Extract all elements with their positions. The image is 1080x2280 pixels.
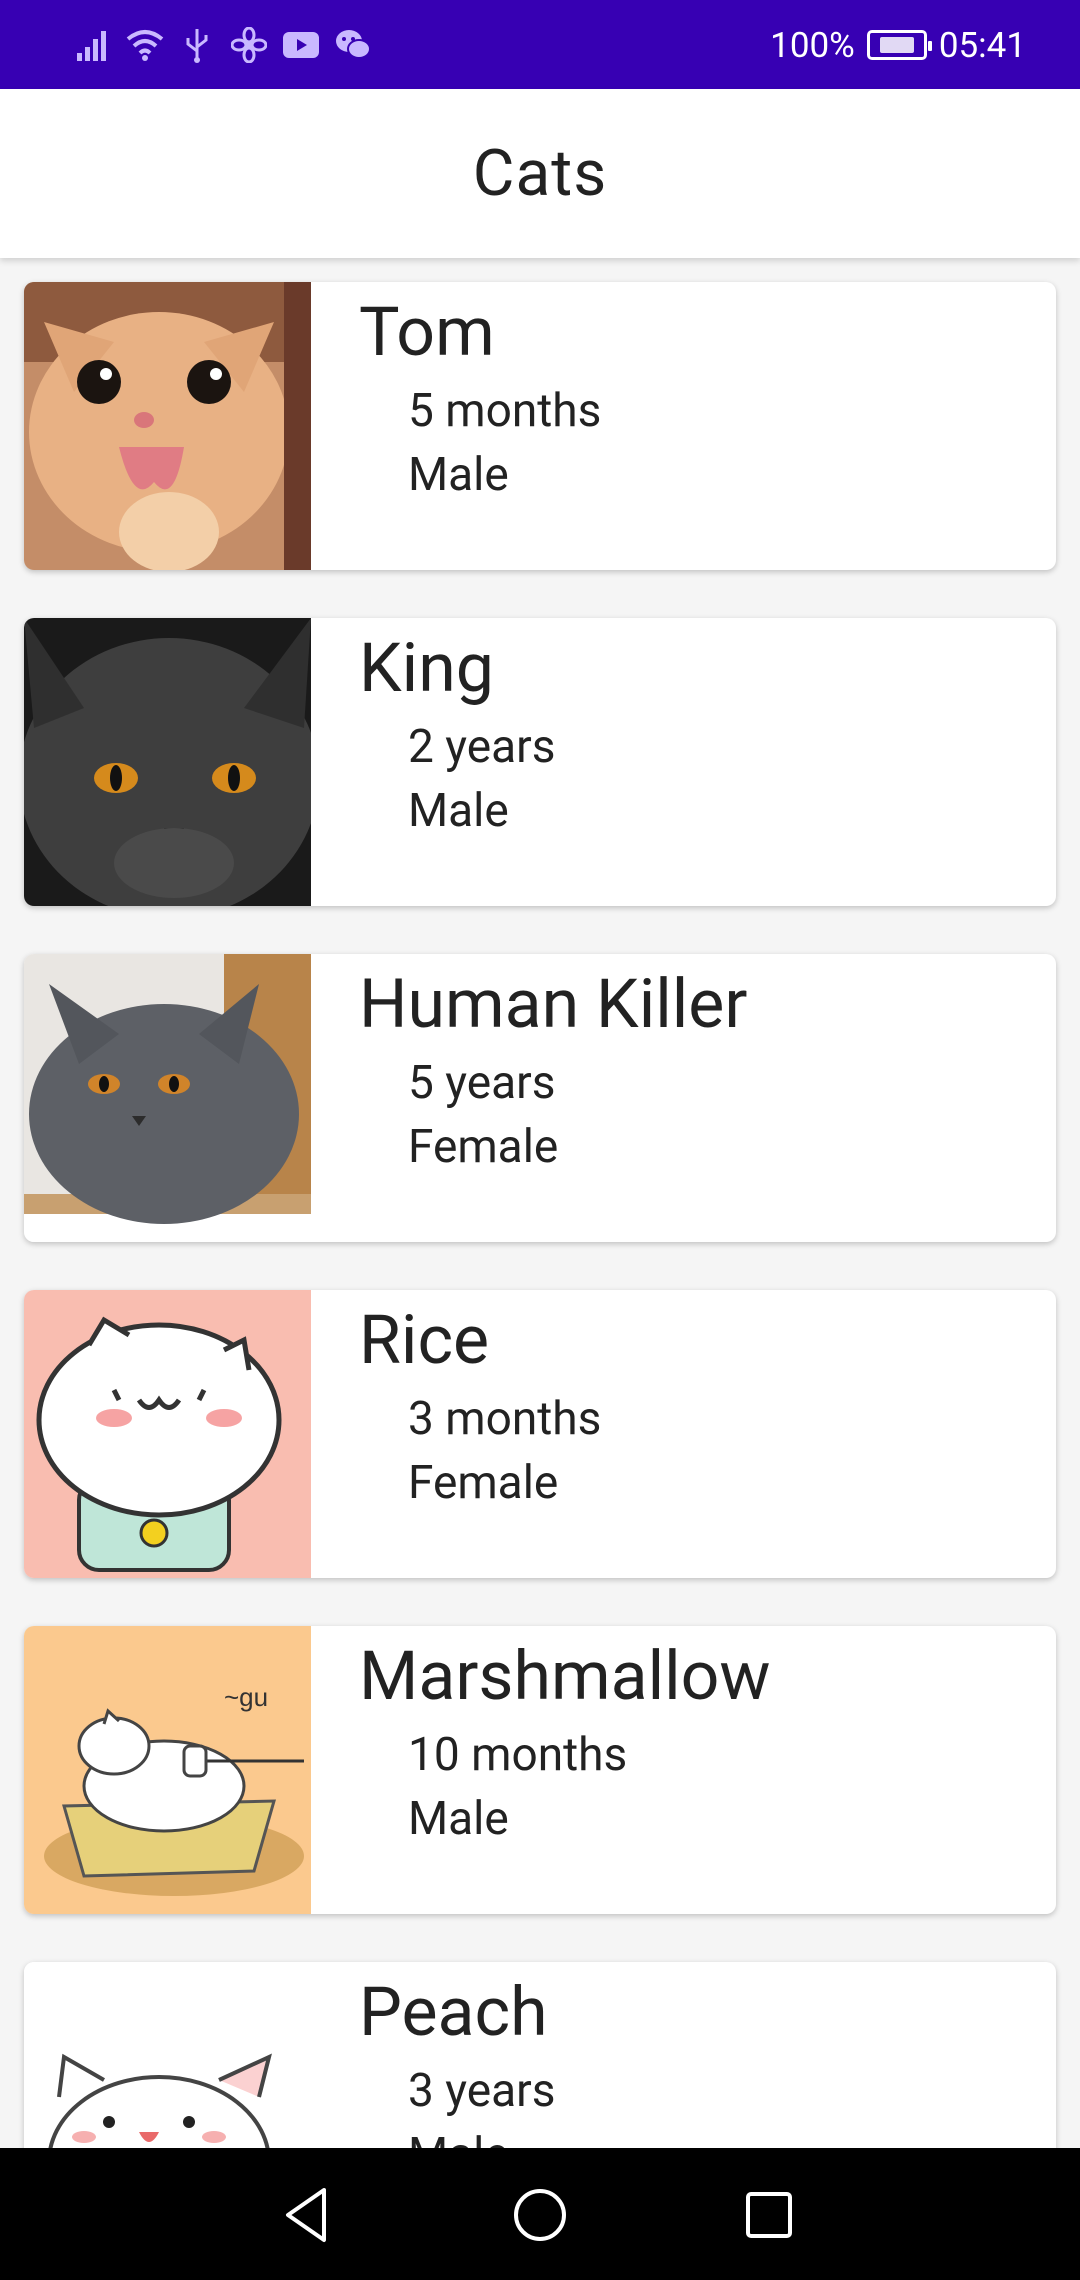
- status-right: 100% 05:41: [770, 22, 1026, 68]
- recents-icon[interactable]: [738, 2184, 800, 2246]
- back-icon[interactable]: [278, 2184, 340, 2246]
- cat-gender: Male: [408, 448, 509, 502]
- cat-card[interactable]: Rice 3 months Female: [24, 1290, 1056, 1578]
- status-bar: 100% 05:41: [0, 0, 1080, 89]
- app-bar: Cats: [0, 89, 1080, 258]
- svg-text:~gu: ~gu: [224, 1682, 268, 1712]
- cat-list[interactable]: Tom 5 months Male King 2 years Male Huma…: [0, 258, 1080, 2148]
- cat-age: 10 months: [408, 1728, 628, 1782]
- fan-icon: [230, 26, 268, 64]
- cat-photo: [24, 1962, 311, 2148]
- wifi-icon: [126, 26, 164, 64]
- cat-name: King: [359, 628, 494, 708]
- cat-gender: Female: [408, 1120, 559, 1174]
- cat-photo: ~gu: [24, 1626, 311, 1914]
- usb-icon: [178, 26, 216, 64]
- cat-age: 5 months: [408, 384, 602, 438]
- cat-photo: [24, 282, 311, 570]
- battery-percent: 100%: [770, 24, 855, 66]
- signal-icon: [74, 26, 112, 64]
- cat-age: 2 years: [408, 720, 556, 774]
- cat-photo: [24, 1290, 311, 1578]
- navigation-bar: [0, 2148, 1080, 2280]
- cat-name: Marshmallow: [359, 1636, 771, 1716]
- cat-age: 3 years: [408, 2064, 556, 2118]
- cat-gender: Male: [408, 1792, 509, 1846]
- cat-name: Peach: [359, 1972, 548, 2052]
- battery-icon: [866, 30, 932, 60]
- cat-card[interactable]: ~gu Marshmallow 10 months Male: [24, 1626, 1056, 1914]
- status-icons: [74, 24, 372, 66]
- page-title: Cats: [472, 136, 608, 211]
- cat-gender: Male: [408, 784, 509, 838]
- cat-age: 3 months: [408, 1392, 602, 1446]
- cat-age: 5 years: [408, 1056, 556, 1110]
- home-icon[interactable]: [509, 2184, 571, 2246]
- cat-name: Tom: [359, 292, 495, 372]
- youtube-icon: [282, 26, 320, 64]
- cat-gender: Male: [408, 2128, 509, 2148]
- wechat-icon: [334, 26, 372, 64]
- cat-name: Rice: [359, 1300, 490, 1380]
- cat-name: Human Killer: [359, 964, 748, 1044]
- clock: 05:41: [938, 24, 1026, 66]
- cat-photo: [24, 954, 311, 1242]
- cat-card[interactable]: Peach 3 years Male: [24, 1962, 1056, 2148]
- cat-card[interactable]: Human Killer 5 years Female: [24, 954, 1056, 1242]
- cat-card[interactable]: Tom 5 months Male: [24, 282, 1056, 570]
- cat-gender: Female: [408, 1456, 559, 1510]
- cat-photo: [24, 618, 311, 906]
- cat-card[interactable]: King 2 years Male: [24, 618, 1056, 906]
